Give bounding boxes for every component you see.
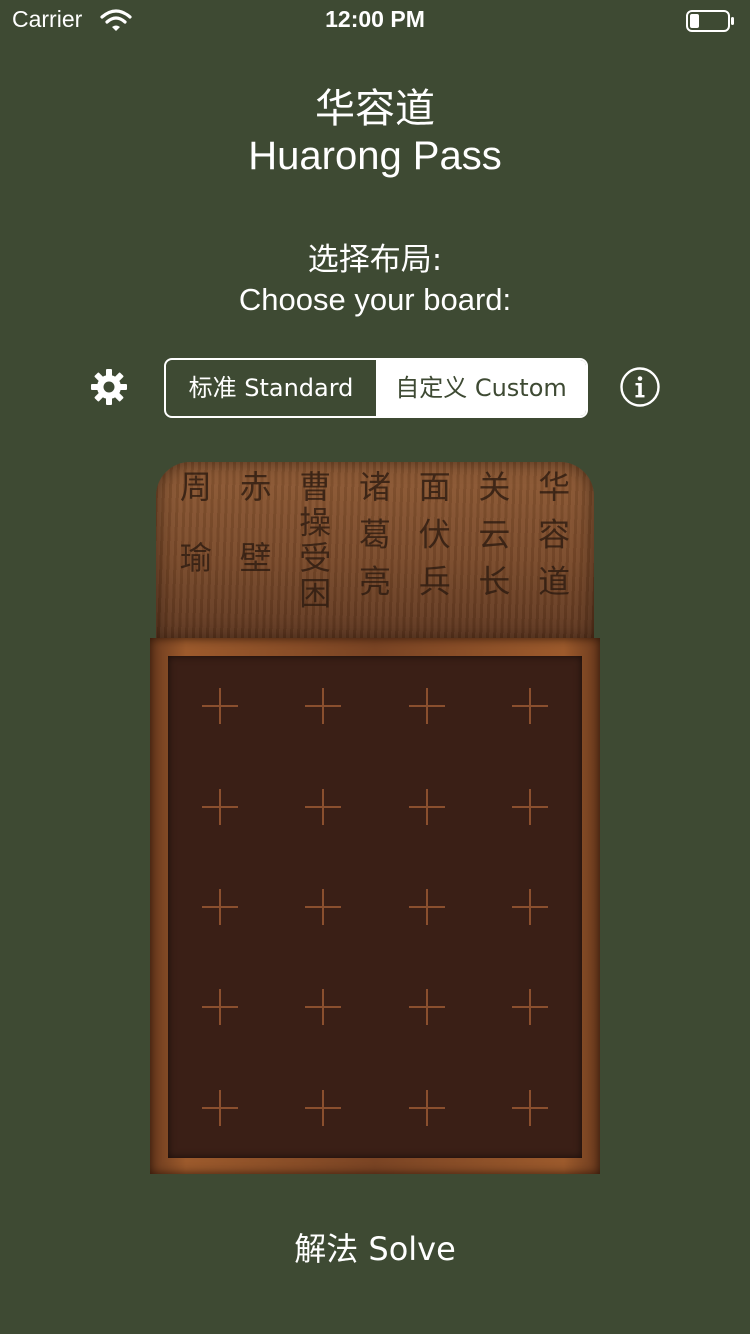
info-icon[interactable] <box>619 366 661 408</box>
grid-cell-marker <box>512 889 549 925</box>
segment-custom[interactable]: 自定义 Custom <box>376 360 586 416</box>
grid-cell-marker <box>305 889 342 925</box>
inscription-char: 受 <box>299 539 331 577</box>
grid-cell-marker <box>305 788 342 825</box>
grid-cell-marker <box>201 788 238 825</box>
inscription-char: 华 <box>538 468 570 506</box>
title-chinese: 华容道 <box>315 86 435 132</box>
grid-cell-marker <box>512 788 549 825</box>
grid-cell-marker <box>512 688 549 725</box>
inscription-char: 葛 <box>359 515 391 553</box>
inscription-char: 面 <box>419 468 451 506</box>
board-inscription-plaque: 华容道 关云长 面伏兵 诸葛亮 曹操受困 赤壁周瑜 <box>156 462 594 640</box>
inscription-char: 赤 <box>240 468 272 506</box>
inscription-char: 道 <box>538 563 570 601</box>
solve-button[interactable]: 解法 Solve <box>0 1224 750 1270</box>
inscription-char: 云 <box>478 515 510 553</box>
grid-cell-marker <box>201 889 238 925</box>
status-time: 12:00 PM <box>325 6 425 32</box>
status-bar: Carrier 12:00 PM <box>0 0 750 40</box>
gear-icon[interactable] <box>90 368 128 406</box>
inscription-char: 困 <box>299 575 331 613</box>
grid-cell-marker <box>512 989 549 1026</box>
inscription-char: 长 <box>478 563 510 601</box>
segment-standard[interactable]: 标准 Standard <box>166 360 376 416</box>
board-type-segmented-control: 标准 Standard 自定义 Custom <box>164 358 588 418</box>
battery-icon <box>686 10 734 32</box>
grid-cell-marker <box>408 989 445 1026</box>
inscription-char: 兵 <box>419 563 451 601</box>
grid-cell-marker <box>305 1089 342 1126</box>
grid-cell-marker <box>305 688 342 725</box>
game-board: 华容道 关云长 面伏兵 诸葛亮 曹操受困 赤壁周瑜 <box>150 460 600 1176</box>
inscription-char: 壁 <box>240 539 272 577</box>
board-grid[interactable] <box>168 656 582 1158</box>
inscription-char: 诸 <box>359 468 391 506</box>
grid-cell-marker <box>408 889 445 925</box>
title-english: Huarong Pass <box>248 134 502 178</box>
inscription-char: 伏 <box>419 515 451 553</box>
grid-cell-marker <box>408 688 445 725</box>
board-inscription: 华容道 关云长 面伏兵 诸葛亮 曹操受困 赤壁周瑜 <box>180 468 570 613</box>
inscription-char: 周 <box>180 468 212 506</box>
inscription-char: 关 <box>478 468 510 506</box>
grid-cell-marker <box>408 1089 445 1126</box>
prompt-chinese: 选择布局: <box>307 242 443 278</box>
prompt-english: Choose your board: <box>238 282 512 317</box>
grid-cell-marker <box>408 788 445 825</box>
grid-cell-marker <box>201 688 238 725</box>
inscription-char: 亮 <box>359 563 391 601</box>
inscription-char: 容 <box>538 515 570 553</box>
inscription-char: 曹 <box>299 468 331 506</box>
inscription-char: 操 <box>299 504 331 542</box>
grid-cell-marker <box>201 989 238 1026</box>
grid-cell-marker <box>512 1089 549 1126</box>
inscription-char: 瑜 <box>180 539 212 577</box>
grid-cell-marker <box>201 1089 238 1126</box>
grid-cell-marker <box>305 989 342 1026</box>
